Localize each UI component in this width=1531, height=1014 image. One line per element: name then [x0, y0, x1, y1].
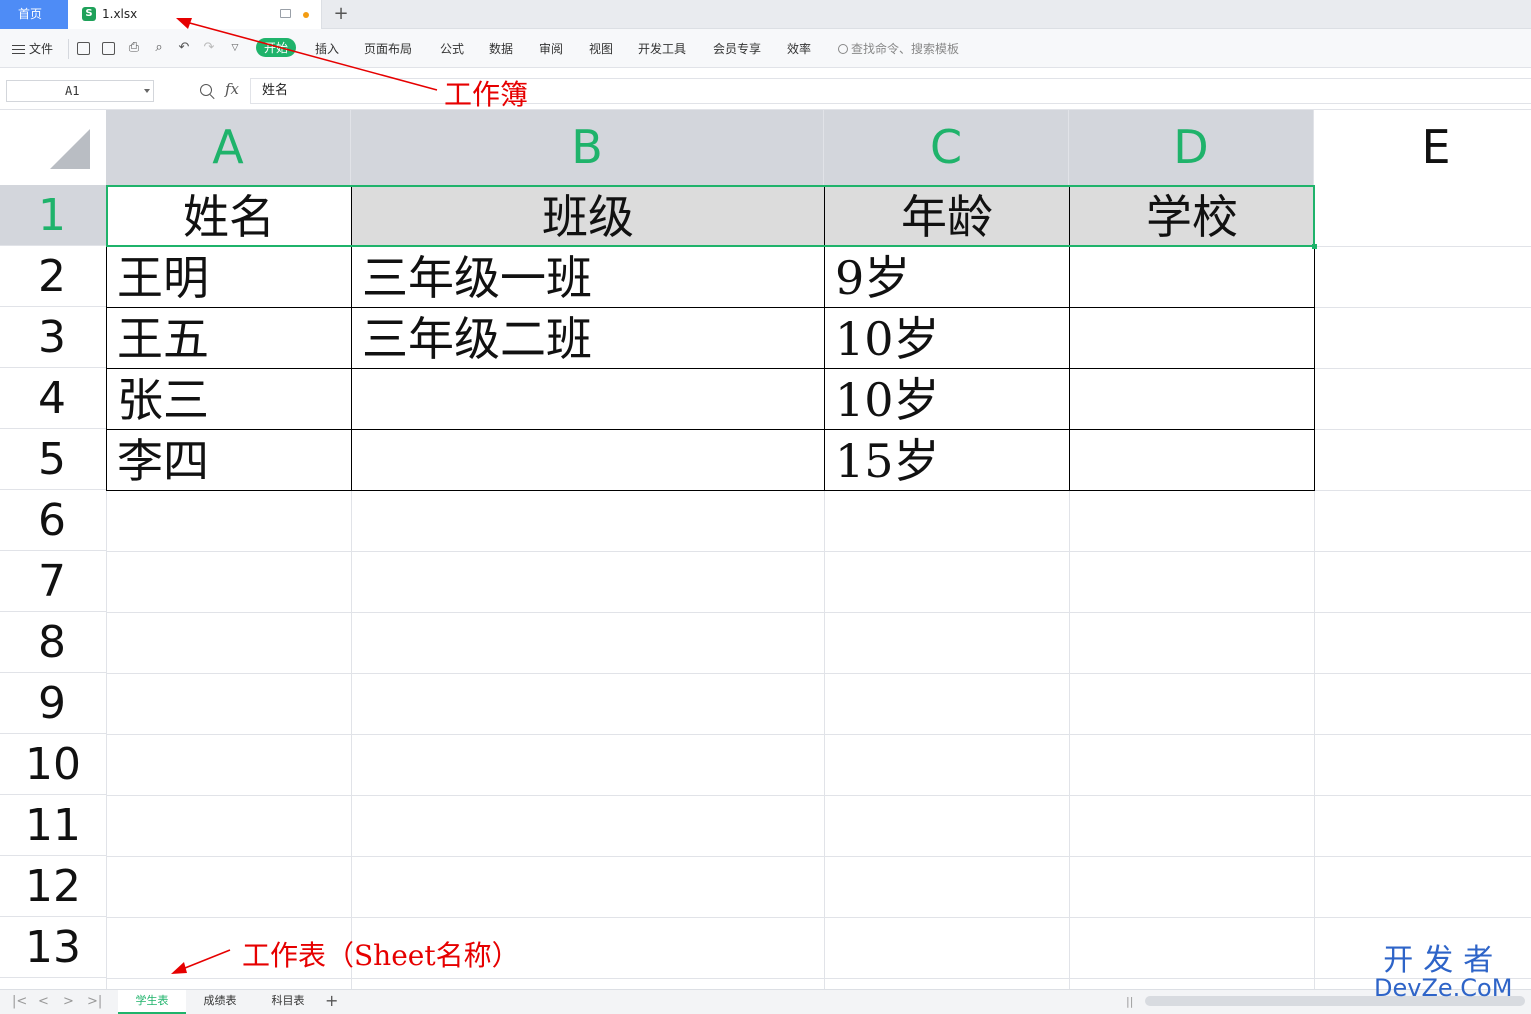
- tab-developer[interactable]: 开发工具: [638, 40, 686, 57]
- row-header-9[interactable]: 9: [0, 673, 106, 734]
- unsaved-dot-icon: [303, 12, 309, 18]
- gridline: [106, 551, 1531, 552]
- command-search[interactable]: 查找命令、搜索模板: [838, 40, 959, 57]
- spreadsheet-icon: S: [82, 7, 96, 21]
- save-icon[interactable]: [77, 42, 90, 55]
- row-header-3[interactable]: 3: [0, 307, 106, 368]
- row-header-12[interactable]: 12: [0, 856, 106, 917]
- workbook-annotation: 工作簿: [444, 78, 529, 111]
- tab-page-layout[interactable]: 页面布局: [364, 40, 412, 57]
- home-tab[interactable]: 首页: [0, 0, 68, 29]
- preview-icon[interactable]: ⌕: [151, 40, 167, 56]
- gridline: [106, 978, 1531, 979]
- tab-insert[interactable]: 插入: [315, 40, 339, 57]
- export-icon[interactable]: [102, 42, 115, 55]
- row-header-7[interactable]: 7: [0, 551, 106, 612]
- watermark-logo: 开发者 DevZe.CoM: [1374, 943, 1513, 1002]
- gridline: [106, 734, 1531, 735]
- redo-icon[interactable]: ↷: [201, 40, 217, 56]
- next-sheet-icon[interactable]: >: [63, 994, 74, 1009]
- file-menu-button[interactable]: 文件: [12, 40, 53, 57]
- row-header-1[interactable]: 1: [0, 185, 106, 246]
- gridline: [106, 917, 1531, 918]
- chevron-down-icon[interactable]: [144, 89, 150, 93]
- row-header-10[interactable]: 10: [0, 734, 106, 795]
- new-tab-button[interactable]: +: [330, 0, 352, 29]
- search-placeholder: 查找命令、搜索模板: [851, 42, 960, 56]
- row-header-4[interactable]: 4: [0, 368, 106, 429]
- tab-home[interactable]: 开始: [256, 38, 297, 57]
- selection-range[interactable]: [106, 185, 1317, 249]
- fx-icon[interactable]: fx: [225, 80, 239, 98]
- tab-formulas[interactable]: 公式: [440, 40, 464, 57]
- last-sheet-icon[interactable]: >|: [87, 994, 102, 1009]
- column-header-c[interactable]: C: [824, 110, 1069, 185]
- gridline: [106, 795, 1531, 796]
- sheet-grid[interactable]: A B C D E 1 2 3 4 5 6 7 8 9 10 11 12 13 …: [0, 110, 1531, 989]
- add-sheet-button[interactable]: +: [325, 991, 338, 1010]
- split-handle-icon[interactable]: ||: [1126, 995, 1133, 1008]
- separator: [68, 39, 69, 59]
- search-icon: [838, 44, 848, 54]
- column-header-b[interactable]: B: [351, 110, 824, 185]
- sheet-annotation: 工作表（Sheet名称）: [242, 939, 520, 972]
- name-box-value: A1: [65, 84, 80, 98]
- name-box[interactable]: A1: [6, 80, 154, 102]
- undo-icon[interactable]: ↶: [176, 40, 192, 56]
- file-tab[interactable]: S 1.xlsx: [68, 0, 322, 29]
- select-all-button[interactable]: [0, 110, 106, 185]
- title-tab-bar: 首页 S 1.xlsx +: [0, 0, 1531, 29]
- formula-bar: A1 fx 姓名: [0, 68, 1531, 110]
- sheet-tab-subjects[interactable]: 科目表: [254, 990, 322, 1014]
- column-header-e[interactable]: E: [1314, 110, 1531, 185]
- watermark-line2: DevZe.CoM: [1374, 974, 1513, 1002]
- file-tab-label: 1.xlsx: [102, 7, 138, 21]
- row-header-6[interactable]: 6: [0, 490, 106, 551]
- tab-data[interactable]: 数据: [489, 40, 513, 57]
- row-header-5[interactable]: 5: [0, 429, 106, 490]
- gridline: [106, 612, 1531, 613]
- sheet-tab-grades[interactable]: 成绩表: [186, 990, 254, 1014]
- table-border: [106, 429, 1315, 430]
- formula-input[interactable]: 姓名: [250, 78, 1531, 104]
- file-menu-label: 文件: [29, 42, 54, 56]
- print-icon[interactable]: ⎙: [126, 40, 142, 56]
- watermark-line1: 开发者: [1383, 943, 1504, 978]
- row-header-13[interactable]: 13: [0, 917, 106, 978]
- table-border: [106, 307, 1315, 308]
- table-border: [106, 368, 1315, 369]
- row-header-8[interactable]: 8: [0, 612, 106, 673]
- column-header-a[interactable]: A: [106, 110, 351, 185]
- prev-sheet-icon[interactable]: <: [38, 994, 49, 1009]
- tab-view[interactable]: 视图: [589, 40, 613, 57]
- hamburger-icon: [12, 45, 25, 54]
- sheet-tab-bar: |< < > >| 学生表 成绩表 科目表 + ||: [0, 989, 1531, 1014]
- tab-efficiency[interactable]: 效率: [787, 40, 811, 57]
- sheet-tab-students[interactable]: 学生表: [118, 990, 186, 1014]
- zoom-icon[interactable]: [200, 84, 212, 96]
- monitor-icon[interactable]: [280, 9, 291, 18]
- select-all-triangle-icon: [50, 129, 90, 169]
- column-header-d[interactable]: D: [1069, 110, 1314, 185]
- row-header-11[interactable]: 11: [0, 795, 106, 856]
- ribbon: 文件 ⎙ ⌕ ↶ ↷ ▽ 开始 插入 页面布局 公式 数据 审阅 视图 开发工具…: [0, 29, 1531, 68]
- gridline: [106, 856, 1531, 857]
- gridline: [106, 673, 1531, 674]
- first-sheet-icon[interactable]: |<: [12, 994, 27, 1009]
- more-icon[interactable]: ▽: [227, 40, 243, 56]
- tab-member[interactable]: 会员专享: [713, 40, 761, 57]
- row-header-2[interactable]: 2: [0, 246, 106, 307]
- tab-review[interactable]: 审阅: [539, 40, 563, 57]
